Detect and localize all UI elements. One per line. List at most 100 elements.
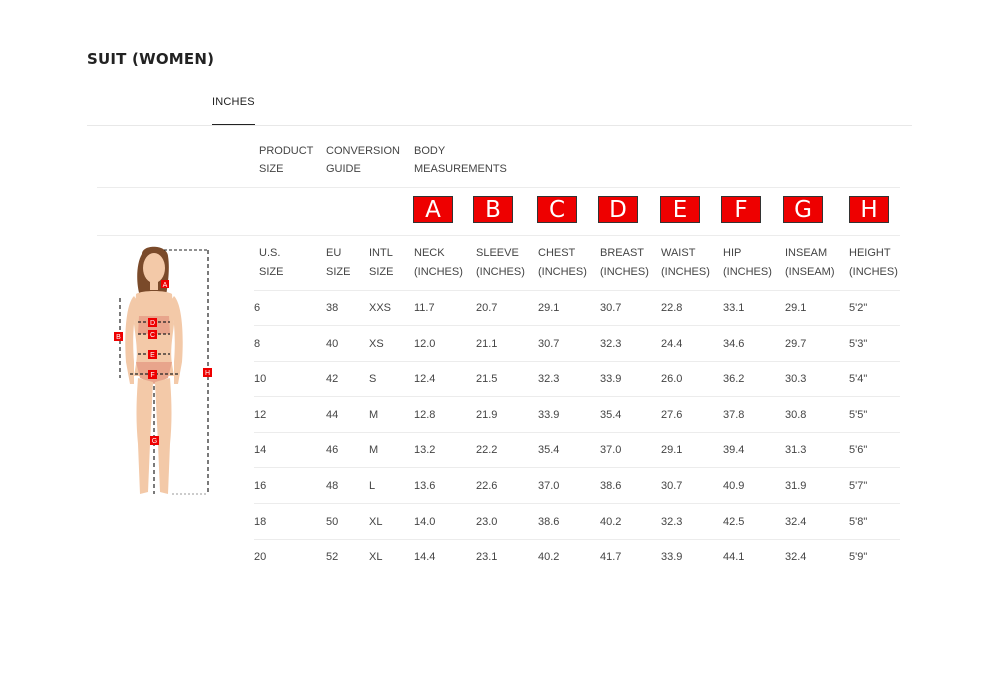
column-header-line: WAIST: [661, 247, 696, 259]
table-cell: 40.9: [723, 480, 745, 492]
column-header-line: SIZE: [369, 266, 394, 278]
column-header: U.S. SIZE: [259, 244, 283, 282]
tab-divider: [87, 125, 912, 126]
table-cell: 5'7": [849, 480, 868, 492]
table-cell: 41.7: [600, 551, 622, 564]
column-header-line: (INCHES): [600, 266, 649, 278]
table-cell: 31.9: [785, 480, 807, 492]
svg-text:H: H: [205, 370, 210, 377]
table-cell: 42: [326, 373, 339, 386]
figure-marker-d: D: [148, 318, 157, 327]
page-title: SUIT (WOMEN): [87, 50, 215, 68]
column-header: EU SIZE: [326, 244, 350, 282]
column-header-line: (INCHES): [476, 266, 525, 278]
table-cell: 32.4: [785, 515, 807, 528]
svg-text:E: E: [150, 352, 155, 359]
table-cell: 46: [326, 444, 339, 457]
column-header-line: SIZE: [326, 266, 351, 278]
table-cell: 37.0: [538, 480, 560, 492]
svg-text:G: G: [152, 438, 157, 445]
table-cell: 20: [254, 551, 267, 564]
letter-badge-e: E: [660, 196, 700, 223]
svg-text:F: F: [150, 372, 154, 379]
row-divider: [254, 360, 900, 362]
table-cell: 30.7: [538, 337, 560, 350]
header-body-measurements: BODY MEASUREMENTS: [414, 142, 507, 178]
header-product-size-line1: PRODUCT: [259, 145, 314, 157]
table-cell: 52: [326, 551, 339, 564]
figure-marker-f: F: [148, 370, 157, 379]
table-cell: 8: [254, 337, 261, 350]
table-cell: 20.7: [476, 302, 498, 314]
table-cell: 14.4: [414, 551, 436, 564]
table-cell: 33.9: [600, 373, 622, 386]
column-header: INTL SIZE: [369, 244, 393, 282]
column-header-line: (INSEAM): [785, 266, 835, 278]
table-cell: M: [369, 408, 379, 421]
table-cell: 5'2": [849, 302, 868, 314]
table-cell: 40: [326, 337, 339, 350]
table-cell: XXS: [369, 302, 392, 314]
header-body-measurements-line2: MEASUREMENTS: [414, 163, 507, 175]
table-cell: 30.7: [600, 302, 622, 314]
table-cell: 38.6: [600, 480, 622, 492]
table-cell: 38: [326, 302, 339, 314]
body-measurement-figure: A B C D E F G H: [114, 246, 212, 495]
column-header-line: (INCHES): [538, 266, 587, 278]
column-header-line: (INCHES): [661, 266, 710, 278]
header-conversion-guide-line1: CONVERSION: [326, 145, 400, 157]
table-cell: 29.1: [785, 302, 807, 314]
table-cell: 18: [254, 515, 267, 528]
table-cell: 31.3: [785, 444, 807, 457]
column-header-line: HEIGHT: [849, 247, 891, 259]
svg-text:D: D: [150, 320, 155, 327]
table-cell: 33.9: [538, 408, 560, 421]
svg-text:B: B: [116, 334, 121, 341]
table-cell: 44: [326, 408, 339, 421]
column-header-line: EU: [326, 247, 342, 259]
column-header-line: SLEEVE: [476, 247, 519, 259]
tab-inches[interactable]: INCHES: [212, 96, 255, 125]
column-header-line: INSEAM: [785, 247, 828, 259]
table-cell: XS: [369, 337, 384, 350]
table-cell: 30.3: [785, 373, 807, 386]
table-cell: 38.6: [538, 515, 560, 528]
figure-marker-a: A: [161, 280, 169, 289]
table-cell: 37.8: [723, 408, 745, 421]
table-cell: 6: [254, 302, 261, 314]
table-cell: L: [369, 480, 376, 492]
table-cell: 32.3: [538, 373, 560, 386]
table-cell: 23.1: [476, 551, 498, 564]
table-cell: 5'8": [849, 515, 868, 528]
figure-marker-h: H: [203, 368, 212, 377]
row-divider: [254, 396, 900, 398]
badge-divider: [97, 235, 900, 236]
table-cell: 32.3: [600, 337, 622, 350]
letter-badge-f: F: [721, 196, 761, 223]
figure-marker-c: C: [148, 330, 157, 339]
column-header: SLEEVE (INCHES): [476, 244, 525, 282]
table-cell: 23.0: [476, 515, 498, 528]
column-header-line: INTL: [369, 247, 393, 259]
column-header: WAIST (INCHES): [661, 244, 710, 282]
table-cell: 5'5": [849, 408, 868, 421]
table-cell: 35.4: [600, 408, 622, 421]
svg-text:A: A: [163, 282, 168, 289]
table-cell: 32.3: [661, 515, 683, 528]
table-cell: 39.4: [723, 444, 745, 457]
table-cell: 22.6: [476, 480, 498, 492]
table-cell: 30.8: [785, 408, 807, 421]
table-cell: 27.6: [661, 408, 683, 421]
table-cell: 40.2: [538, 551, 560, 564]
row-divider: [254, 325, 900, 326]
table-cell: 33.9: [661, 551, 683, 564]
table-cell: 29.1: [661, 444, 683, 457]
table-cell: 13.2: [414, 444, 436, 457]
table-cell: 12.8: [414, 408, 436, 421]
table-cell: 33.1: [723, 302, 745, 314]
column-header-line: SIZE: [259, 266, 284, 278]
column-header-line: (INCHES): [723, 266, 772, 278]
table-cell: 10: [254, 373, 267, 386]
letter-badge-b: B: [473, 196, 513, 223]
header-divider: [97, 187, 900, 188]
